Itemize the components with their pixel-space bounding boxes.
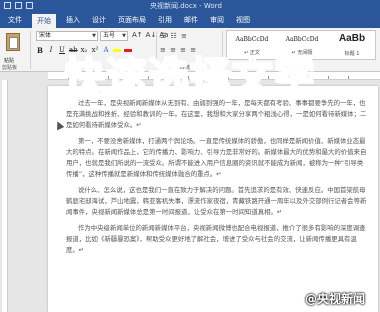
- paste-sheet-icon: [9, 37, 18, 49]
- watermark: @央视新闻: [305, 292, 366, 306]
- font-name-dropdown[interactable]: 宋体 ▼: [36, 31, 98, 41]
- list-buttons[interactable]: ☰ ☷ ≡: [160, 32, 188, 40]
- style-preview: AaBbCcDd: [235, 36, 269, 43]
- style-heading-1[interactable]: AaBb 标题 1: [327, 31, 377, 61]
- paragraph[interactable]: 作为中央级新闻单位的新闻新媒体平台，央视新闻微博也配合电视报道，推介了很多有影响…: [66, 223, 368, 256]
- ribbon-tabs: 文件 开始 插入 设计 页面布局 引用 邮件 审阅 视图: [0, 12, 380, 28]
- save-icon[interactable]: [4, 2, 11, 9]
- clipboard-group-label: 剪贴板: [2, 65, 18, 71]
- italic-icon[interactable]: I: [47, 46, 55, 55]
- paragraph[interactable]: 第一，不要没舍新媒体，打通两个舆论场。一直是传统媒体的骄傲，也同样是新闻价值、新…: [66, 136, 368, 180]
- document-page[interactable]: 过去一年，是央视新闻新媒体从无到有、由弱到强的一年，是每天都有考验、事事都要争先…: [48, 86, 378, 312]
- paste-label: 粘贴: [4, 58, 15, 64]
- tab-references[interactable]: 引用: [158, 15, 172, 25]
- tab-page-layout[interactable]: 页面布局: [118, 15, 146, 25]
- title-bar: 央视新闻.docx - Word: [0, 0, 380, 12]
- quick-access-toolbar: [4, 2, 33, 9]
- video-caption: 快速选择文字: [63, 53, 316, 101]
- vertical-ruler[interactable]: [2, 80, 8, 312]
- style-preview: AaBbCcDd: [285, 36, 319, 43]
- tab-file[interactable]: 文件: [0, 12, 30, 28]
- style-preview: AaBb: [338, 33, 366, 44]
- tab-home[interactable]: 开始: [32, 14, 56, 28]
- style-name: 标题 1: [344, 51, 360, 57]
- tab-view[interactable]: 视图: [236, 15, 250, 25]
- group-divider: [30, 31, 31, 69]
- bold-icon[interactable]: B: [36, 46, 44, 55]
- chevron-down-icon: ▼: [92, 33, 96, 39]
- tab-design[interactable]: 设计: [92, 15, 106, 25]
- paste-button[interactable]: [4, 31, 22, 57]
- tab-insert[interactable]: 插入: [66, 15, 80, 25]
- chevron-down-icon: ▼: [122, 33, 126, 39]
- redo-icon[interactable]: [26, 2, 33, 9]
- document-body[interactable]: 过去一年，是央视新闻新媒体从无到有、由弱到强的一年，是每天都有考验、事事都要争先…: [66, 98, 368, 261]
- window-title: 央视新闻.docx - Word: [150, 2, 222, 10]
- font-size-value: 五号: [103, 32, 116, 39]
- undo-icon[interactable]: [15, 2, 22, 9]
- tab-mailings[interactable]: 邮件: [184, 15, 198, 25]
- paragraph[interactable]: 说什么、怎么说，这也是我们一直在致力于解决的问题。首先追求的是有效、快速反应。中…: [66, 185, 368, 218]
- tab-review[interactable]: 审阅: [210, 15, 224, 25]
- font-size-dropdown[interactable]: 五号 ▼: [100, 31, 128, 41]
- font-name-value: 宋体: [39, 32, 52, 39]
- shrink-font-icon[interactable]: A↓: [146, 31, 157, 39]
- grow-font-icon[interactable]: A↑: [132, 31, 143, 39]
